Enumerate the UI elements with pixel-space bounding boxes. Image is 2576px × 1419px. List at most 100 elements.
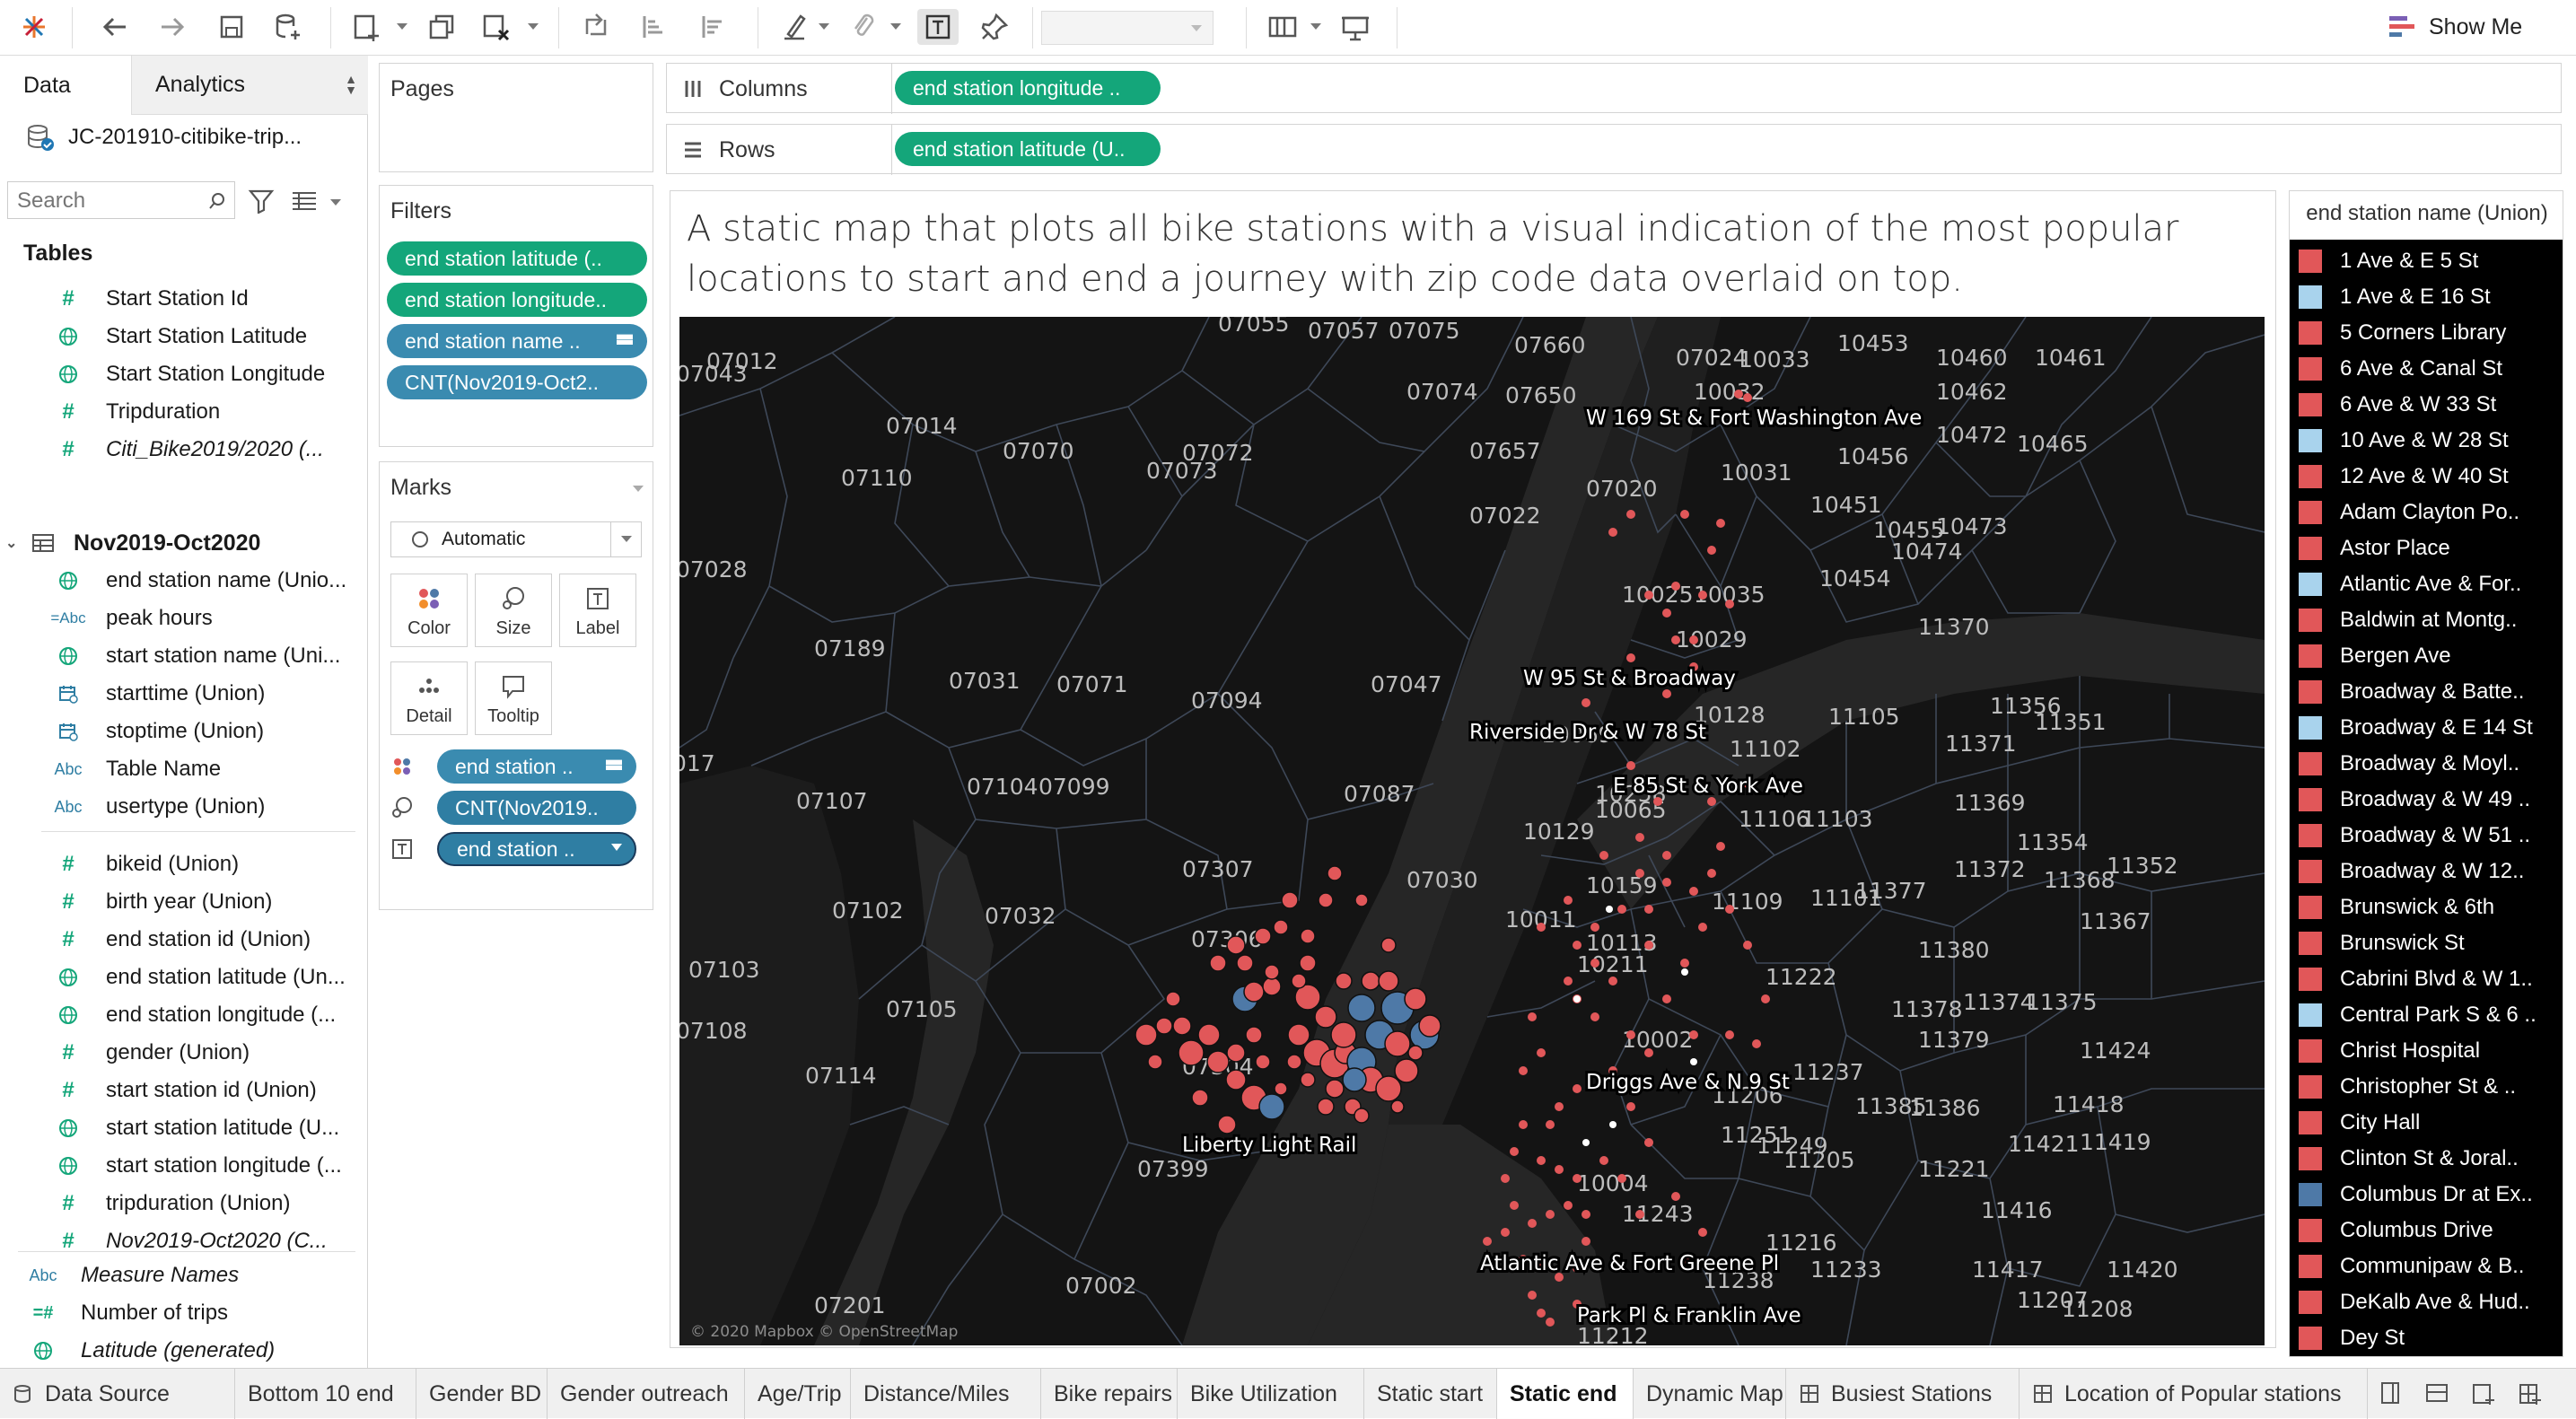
field-item[interactable]: # Tripduration <box>48 393 220 431</box>
station-mark[interactable] <box>1501 1228 1510 1237</box>
show-sheet-sorter-icon[interactable] <box>2377 1380 2407 1408</box>
fit-dropdown[interactable] <box>1041 11 1214 45</box>
detail-button[interactable]: Detail <box>390 661 468 735</box>
station-mark[interactable] <box>1254 927 1272 945</box>
field-item[interactable]: stoptime (Union) <box>48 713 264 750</box>
tab-data[interactable]: Data <box>0 56 131 115</box>
station-mark[interactable] <box>1325 1079 1345 1099</box>
station-mark[interactable] <box>1243 981 1265 1003</box>
station-mark[interactable] <box>1564 977 1573 985</box>
legend-item[interactable]: Christopher St & .. <box>2290 1069 2563 1105</box>
clear-sheet-dropdown[interactable] <box>528 23 539 30</box>
station-mark[interactable] <box>1209 954 1227 972</box>
new-worksheet-tab-icon[interactable] <box>2470 1380 2501 1408</box>
station-mark[interactable] <box>1680 959 1689 968</box>
station-mark[interactable] <box>1599 1156 1608 1165</box>
rows-shelf[interactable]: Rows end station latitude (U.. <box>666 124 2562 175</box>
station-mark[interactable] <box>1407 1045 1424 1061</box>
field-item[interactable]: # start station id (Union) <box>48 1072 316 1109</box>
station-mark[interactable] <box>1573 1174 1582 1183</box>
station-mark[interactable] <box>1573 941 1582 950</box>
station-mark[interactable] <box>1689 887 1698 896</box>
station-mark[interactable] <box>1335 972 1353 990</box>
station-mark[interactable] <box>1264 964 1280 980</box>
station-mark[interactable] <box>1135 1023 1158 1047</box>
datasource-item[interactable]: JC-201910-citibike-trip... <box>23 118 302 156</box>
legend-item[interactable]: Clinton St & Joral.. <box>2290 1141 2563 1177</box>
field-item[interactable]: start station latitude (U... <box>48 1109 339 1147</box>
sort-ascending-icon[interactable] <box>634 9 673 45</box>
color-button[interactable]: Color <box>390 574 468 647</box>
field-item[interactable]: =Abc peak hours <box>48 600 212 637</box>
sheet-tab[interactable]: Age/Trip <box>745 1369 851 1419</box>
station-mark[interactable] <box>1681 968 1688 976</box>
legend-item[interactable]: Baldwin at Montg.. <box>2290 602 2563 638</box>
station-mark[interactable] <box>1528 1219 1537 1228</box>
station-mark[interactable] <box>1380 937 1397 953</box>
pages-card[interactable]: Pages <box>379 63 653 172</box>
show-filmstrip-icon[interactable] <box>2423 1380 2454 1408</box>
station-mark[interactable] <box>1716 842 1725 851</box>
field-item[interactable]: # Citi_Bike2019/2020 (... <box>48 431 324 469</box>
station-mark[interactable] <box>1281 891 1299 909</box>
station-mark[interactable] <box>1626 510 1635 519</box>
legend-item[interactable]: 10 Ave & W 28 St <box>2290 423 2563 459</box>
station-mark[interactable] <box>1191 1089 1209 1107</box>
legend-item[interactable]: Brunswick St <box>2290 925 2563 961</box>
mark-type-select[interactable]: Automatic <box>390 521 642 557</box>
station-mark[interactable] <box>1644 1138 1653 1147</box>
duplicate-icon[interactable] <box>422 9 461 45</box>
search-box[interactable] <box>7 181 235 219</box>
station-mark[interactable] <box>1384 1030 1411 1057</box>
sheet-tab[interactable]: Gender BD <box>416 1369 548 1419</box>
station-mark[interactable] <box>1608 977 1617 985</box>
new-datasource-icon[interactable] <box>267 9 307 45</box>
legend-item[interactable]: Atlantic Ave & For.. <box>2290 566 2563 602</box>
new-worksheet-icon[interactable] <box>346 9 386 45</box>
legend-item[interactable]: Bergen Ave <box>2290 638 2563 674</box>
legend-item[interactable]: Christ Hospital <box>2290 1033 2563 1069</box>
station-mark[interactable] <box>1626 761 1635 770</box>
field-item[interactable]: # end station id (Union) <box>48 921 311 959</box>
size-button[interactable]: Size <box>475 574 552 647</box>
show-labels-icon[interactable] <box>917 9 959 45</box>
swap-icon[interactable] <box>576 9 616 45</box>
new-worksheet-dropdown[interactable] <box>397 23 407 30</box>
group-icon[interactable] <box>844 9 883 45</box>
station-mark[interactable] <box>1761 994 1770 1003</box>
clear-sheet-icon[interactable] <box>476 9 515 45</box>
station-mark[interactable] <box>1537 1048 1546 1057</box>
station-mark[interactable] <box>1537 923 1546 932</box>
station-mark[interactable] <box>1698 1228 1707 1237</box>
station-mark[interactable] <box>1404 987 1427 1011</box>
station-mark[interactable] <box>1510 1147 1519 1156</box>
undo-icon[interactable] <box>95 9 135 45</box>
station-mark[interactable] <box>1707 869 1716 878</box>
legend-item[interactable]: Cabrini Blvd & W 1.. <box>2290 961 2563 997</box>
station-mark[interactable] <box>1617 1174 1626 1183</box>
tab-analytics[interactable]: Analytics ▲ ▼ <box>131 56 368 115</box>
legend-list[interactable]: 1 Ave & E 5 St 1 Ave & E 16 St 5 Corners L… <box>2290 240 2563 1356</box>
marks-pill-size[interactable]: CNT(Nov2019.. <box>437 791 636 825</box>
field-item[interactable]: # Start Station Id <box>48 280 248 318</box>
sheet-tab[interactable]: Bike repairs <box>1041 1369 1178 1419</box>
legend-item[interactable]: DeKalb Ave & Hud.. <box>2290 1284 2563 1320</box>
table-nov2019-oct2020[interactable]: ⌄ Nov2019-Oct2020 <box>5 524 260 562</box>
station-mark[interactable] <box>1635 869 1644 878</box>
show-cards-icon[interactable] <box>1260 9 1305 45</box>
tableau-logo-icon[interactable] <box>16 9 52 45</box>
station-mark[interactable] <box>1546 1210 1555 1219</box>
show-me-button[interactable]: Show Me <box>2388 7 2522 47</box>
station-mark[interactable] <box>1519 1120 1528 1129</box>
station-mark[interactable] <box>1635 1210 1644 1219</box>
station-mark[interactable] <box>1590 1012 1599 1021</box>
station-mark[interactable] <box>1317 1098 1335 1116</box>
filter-pill-cnt[interactable]: CNT(Nov2019-Oct2.. <box>387 365 647 399</box>
legend-item[interactable]: 6 Ave & Canal St <box>2290 351 2563 387</box>
station-mark[interactable] <box>1662 878 1671 887</box>
station-mark[interactable] <box>1743 393 1752 402</box>
station-mark[interactable] <box>1217 1115 1237 1134</box>
marks-menu-caret[interactable] <box>633 486 644 492</box>
station-mark[interactable] <box>1318 892 1334 908</box>
sheet-tab[interactable]: Bottom 10 end <box>235 1369 416 1419</box>
